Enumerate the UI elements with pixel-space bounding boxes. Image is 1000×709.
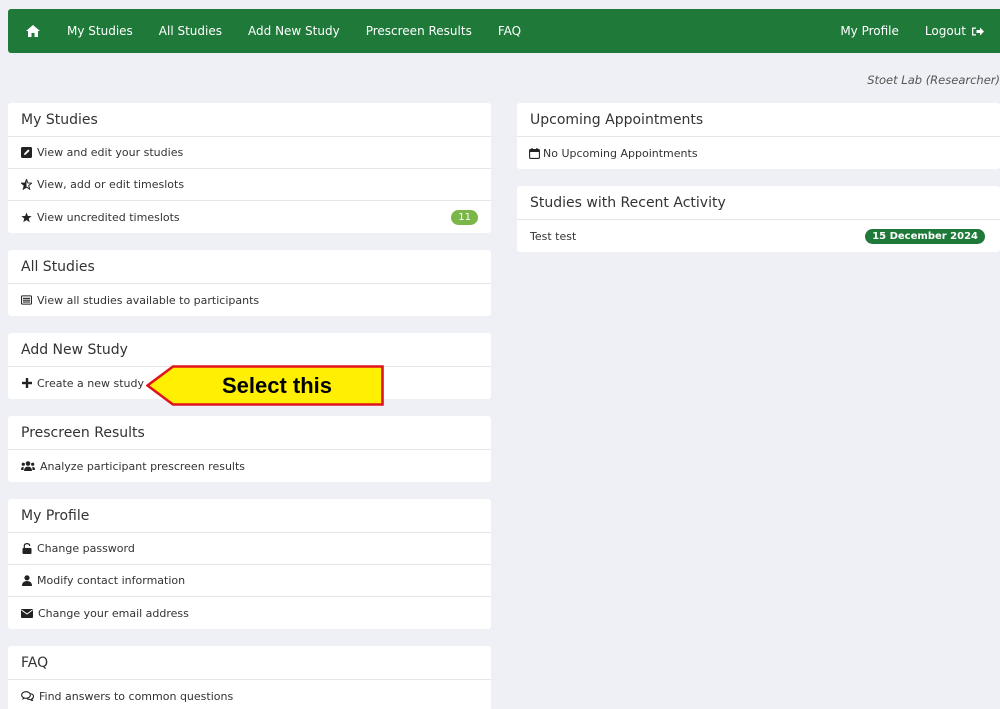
row-label: View and edit your studies [37, 146, 184, 159]
home-icon [26, 25, 40, 37]
panel-all-studies: All Studies View all studies available t… [8, 250, 491, 316]
callout-label: Select this [221, 372, 333, 398]
top-navbar: My Studies All Studies Add New Study Pre… [8, 9, 1000, 53]
row-label: View all studies available to participan… [37, 293, 260, 307]
list-icon [21, 295, 32, 306]
panel-prescreen-results: Prescreen Results Analyze participant pr… [8, 416, 491, 482]
no-appointments-row: No Upcoming Appointments [517, 137, 1000, 169]
edit-icon [21, 147, 32, 158]
row-label: Analyze participant prescreen results [40, 459, 246, 473]
nav-add-new-study[interactable]: Add New Study [235, 9, 353, 53]
row-label: Change your email address [38, 606, 189, 620]
calendar-icon [529, 147, 540, 159]
panel-recent-activity: Studies with Recent Activity Test test 1… [517, 186, 1000, 252]
link-change-password[interactable]: Change password [8, 533, 491, 565]
panel-upcoming-appointments: Upcoming Appointments No Upcoming Appoin… [517, 103, 1000, 169]
panel-title: Add New Study [8, 333, 491, 367]
star-half-icon [21, 179, 32, 190]
panel-title: My Studies [8, 103, 491, 137]
link-view-edit-studies[interactable]: View and edit your studies [8, 137, 491, 169]
nav-prescreen-results[interactable]: Prescreen Results [353, 9, 485, 53]
plus-icon [21, 378, 32, 389]
row-label: View uncredited timeslots [37, 210, 180, 224]
study-name: Test test [530, 229, 577, 243]
panel-title: FAQ [8, 646, 491, 680]
unlock-icon [21, 543, 32, 554]
nav-logout[interactable]: Logout [912, 9, 1000, 53]
nav-my-profile[interactable]: My Profile [827, 9, 912, 53]
panel-title: Upcoming Appointments [517, 103, 1000, 137]
sign-out-icon [972, 26, 984, 37]
recent-study-row[interactable]: Test test 15 December 2024 [517, 220, 1000, 252]
researcher-role-label: Stoet Lab (Researcher) [867, 73, 1000, 87]
link-view-add-edit-timeslots[interactable]: View, add or edit timeslots [8, 169, 491, 201]
nav-all-studies[interactable]: All Studies [146, 9, 235, 53]
users-icon [21, 461, 35, 472]
nav-logout-label: Logout [924, 24, 966, 38]
nav-left-group: My Studies All Studies Add New Study Pre… [8, 9, 534, 53]
panel-my-profile: My Profile Change password Modify contac… [8, 499, 491, 629]
row-label: View, add or edit timeslots [37, 178, 185, 191]
row-label: Change password [37, 542, 135, 555]
select-this-callout: Select this [146, 365, 384, 406]
link-change-email[interactable]: Change your email address [8, 597, 491, 629]
panel-my-studies: My Studies View and edit your studies Vi… [8, 103, 491, 233]
row-label: Create a new study [37, 376, 145, 390]
link-find-answers[interactable]: Find answers to common questions [8, 680, 491, 709]
link-modify-contact-info[interactable]: Modify contact information [8, 565, 491, 597]
activity-date-badge: 15 December 2024 [865, 228, 985, 244]
panel-title: Studies with Recent Activity [517, 186, 1000, 220]
nav-right-group: My Profile Logout [827, 9, 1000, 53]
panel-title: Prescreen Results [8, 416, 491, 450]
uncredited-count-badge: 11 [451, 209, 478, 225]
star-icon [21, 211, 32, 223]
nav-faq[interactable]: FAQ [485, 9, 534, 53]
comments-icon [21, 691, 34, 702]
panel-faq: FAQ Find answers to common questions [8, 646, 491, 709]
panel-title: All Studies [8, 250, 491, 284]
nav-my-studies[interactable]: My Studies [54, 9, 146, 53]
row-label: Find answers to common questions [39, 689, 234, 703]
link-view-uncredited-timeslots[interactable]: View uncredited timeslots 11 [8, 201, 491, 233]
row-label: No Upcoming Appointments [543, 146, 698, 160]
envelope-icon [21, 608, 33, 619]
user-icon [21, 575, 32, 586]
link-view-all-studies[interactable]: View all studies available to participan… [8, 284, 491, 316]
nav-home-link[interactable] [8, 9, 54, 53]
row-label: Modify contact information [37, 574, 186, 587]
link-analyze-prescreen[interactable]: Analyze participant prescreen results [8, 450, 491, 482]
panel-title: My Profile [8, 499, 491, 533]
